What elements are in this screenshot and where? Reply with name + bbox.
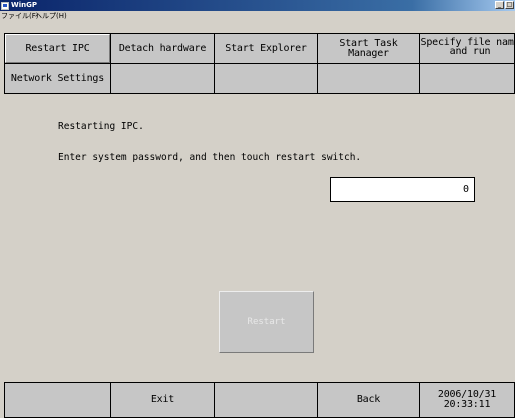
- restore-button[interactable]: □: [505, 1, 514, 9]
- tab-start-explorer[interactable]: Start Explorer: [214, 33, 318, 64]
- window-controls: _ □: [495, 1, 514, 9]
- tab-specify-file-and-run[interactable]: Specify file name and run: [419, 33, 515, 64]
- footer-empty-2: [214, 382, 318, 418]
- tab-network-settings[interactable]: Network Settings: [4, 63, 111, 94]
- exit-button[interactable]: Exit: [110, 382, 215, 418]
- status-message: Restarting IPC.: [58, 121, 144, 132]
- tab-empty-4: [419, 63, 515, 94]
- app-icon: [1, 1, 9, 10]
- window-title: WinGP: [11, 1, 37, 9]
- tab-start-task-manager[interactable]: Start Task Manager: [317, 33, 420, 64]
- instruction-message: Enter system password, and then touch re…: [58, 152, 362, 163]
- menu-file[interactable]: ファイル(F): [1, 11, 39, 21]
- restart-button[interactable]: Restart: [219, 291, 314, 353]
- back-button[interactable]: Back: [317, 382, 420, 418]
- tab-restart-ipc[interactable]: Restart IPC: [4, 33, 111, 64]
- tab-empty-1: [110, 63, 215, 94]
- tab-empty-2: [214, 63, 318, 94]
- password-input[interactable]: [330, 177, 475, 202]
- menu-help[interactable]: ヘルプ(H): [35, 11, 67, 21]
- minimize-button[interactable]: _: [495, 1, 504, 9]
- footer-empty-1: [4, 382, 111, 418]
- menu-bar: ファイル(F) ヘルプ(H): [0, 11, 515, 21]
- tab-empty-3: [317, 63, 420, 94]
- title-bar: WinGP _ □: [0, 0, 515, 11]
- clock-time: 20:33:11: [443, 399, 491, 410]
- tab-specify-file-label: Specify file name and run: [420, 37, 515, 57]
- tab-detach-hardware[interactable]: Detach hardware: [110, 33, 215, 64]
- clock-display: 2006/10/31 20:33:11: [419, 382, 515, 418]
